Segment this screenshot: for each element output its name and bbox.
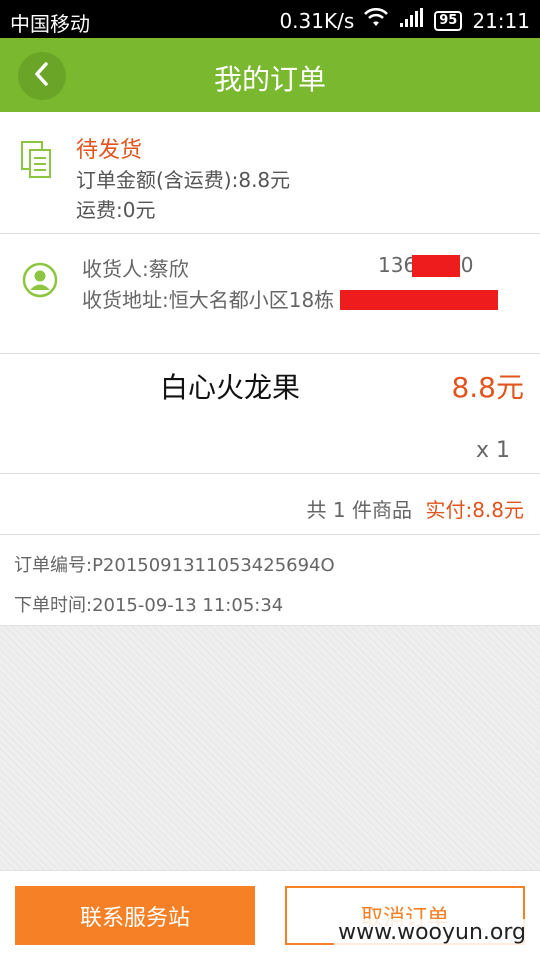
order-number: 订单编号:P2015091311053425694O: [14, 555, 335, 576]
item-name: 白心火龙果: [160, 371, 301, 404]
address-redaction: [340, 290, 498, 310]
document-icon: [20, 140, 54, 184]
order-status: 待发货: [76, 138, 143, 163]
amount-paid: 实付:8.8元: [425, 498, 524, 522]
order-amount: 订单金额(含运费):8.8元: [76, 168, 291, 192]
order-item: 白心火龙果 8.8元 x 1: [0, 354, 540, 474]
action-bar: 联系服务站 取消订单 www.wooyun.org: [0, 870, 540, 960]
shipping-fee: 运费:0元: [76, 198, 156, 222]
signal-icon: [398, 8, 424, 33]
carrier-label: 中国移动: [10, 12, 90, 36]
item-price: 8.8元: [451, 371, 524, 404]
order-meta: 订单编号:P2015091311053425694O 下单时间:2015-09-…: [0, 535, 540, 626]
recipient-name: 收货人:蔡欣: [82, 257, 189, 281]
recipient-section: 收货人:蔡欣 136 6630 收货地址:恒大名都小区18栋 号: [0, 234, 540, 354]
status-indicators: 0.31K/s 95 21:11: [279, 7, 530, 33]
order-summary: 共 1 件商品 实付:8.8元: [0, 474, 540, 535]
header: 我的订单: [0, 38, 540, 112]
order-status-section: 待发货 订单金额(含运费):8.8元 运费:0元: [0, 112, 540, 234]
user-icon: [22, 262, 58, 302]
clock: 21:11: [472, 8, 530, 33]
battery-icon: 95: [434, 10, 463, 31]
page-title: 我的订单: [213, 63, 326, 96]
status-bar: 中国移动 0.31K/s 95 21:11: [0, 0, 540, 38]
wifi-icon: [364, 7, 389, 33]
order-time: 下单时间:2015-09-13 11:05:34: [14, 595, 284, 616]
contact-station-button[interactable]: 联系服务站: [15, 886, 255, 945]
item-quantity: x 1: [475, 438, 510, 463]
network-speed: 0.31K/s: [279, 8, 355, 33]
phone-redaction: [412, 255, 460, 277]
item-count: 共 1 件商品: [306, 498, 412, 522]
watermark: www.wooyun.org: [334, 919, 530, 946]
empty-area: [0, 626, 540, 870]
